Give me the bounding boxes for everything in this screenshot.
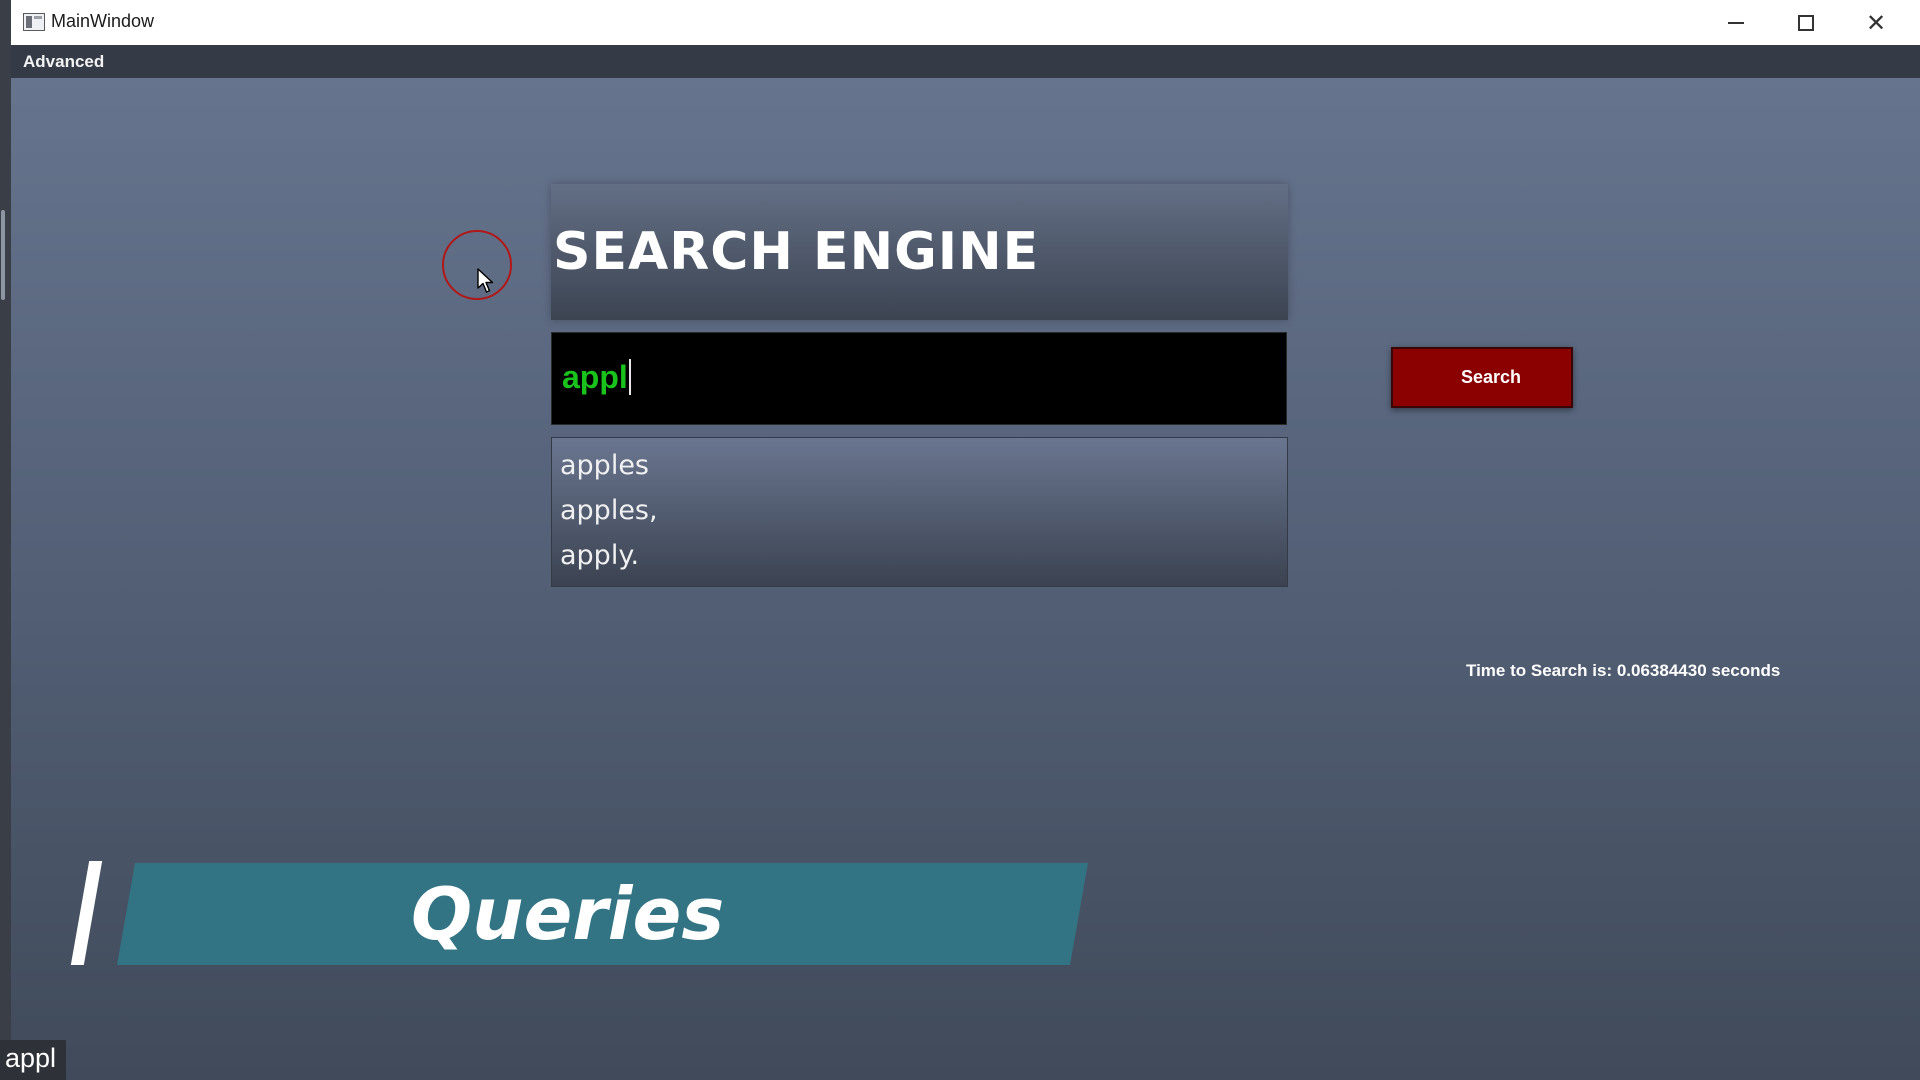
mouse-cursor-icon xyxy=(477,268,494,293)
title-bar[interactable]: MainWindow ✕ xyxy=(11,0,1920,45)
close-button[interactable]: ✕ xyxy=(1841,0,1911,45)
text-caret xyxy=(628,359,631,395)
search-input-value: appl xyxy=(562,359,631,396)
left-edge-marker xyxy=(1,210,5,300)
minimize-icon xyxy=(1728,21,1744,24)
suggestion-list: apples apples, apply. xyxy=(551,437,1288,587)
suggestion-item[interactable]: apples, xyxy=(560,495,658,526)
left-edge-strip xyxy=(0,0,11,1080)
queries-banner-text: Queries xyxy=(411,872,725,956)
search-input-text: appl xyxy=(562,359,628,395)
search-button-label: Search xyxy=(1460,367,1522,387)
menu-bar: Advanced xyxy=(11,45,1920,78)
app-window-icon xyxy=(23,13,45,31)
video-caption-label: appl xyxy=(0,1040,66,1080)
page-title: SEARCH ENGINE xyxy=(553,222,1040,282)
main-window: MainWindow ✕ Advanced SEARCH ENGINE appl… xyxy=(11,0,1920,1080)
banner-slash-decoration xyxy=(70,861,103,965)
search-time-label: Time to Search is: 0.06384430 seconds xyxy=(1466,661,1781,680)
close-icon: ✕ xyxy=(1865,8,1887,37)
suggestion-item[interactable]: apples xyxy=(560,450,649,481)
menu-item-advanced[interactable]: Advanced xyxy=(23,52,104,72)
suggestion-item[interactable]: apply. xyxy=(560,540,639,571)
header-panel: SEARCH ENGINE xyxy=(551,184,1288,320)
maximize-button[interactable] xyxy=(1771,0,1841,45)
minimize-button[interactable] xyxy=(1701,0,1771,45)
maximize-icon xyxy=(1798,14,1814,31)
search-button[interactable]: Search xyxy=(1391,347,1573,408)
window-title: MainWindow xyxy=(51,11,155,31)
search-input[interactable]: appl xyxy=(551,332,1287,425)
